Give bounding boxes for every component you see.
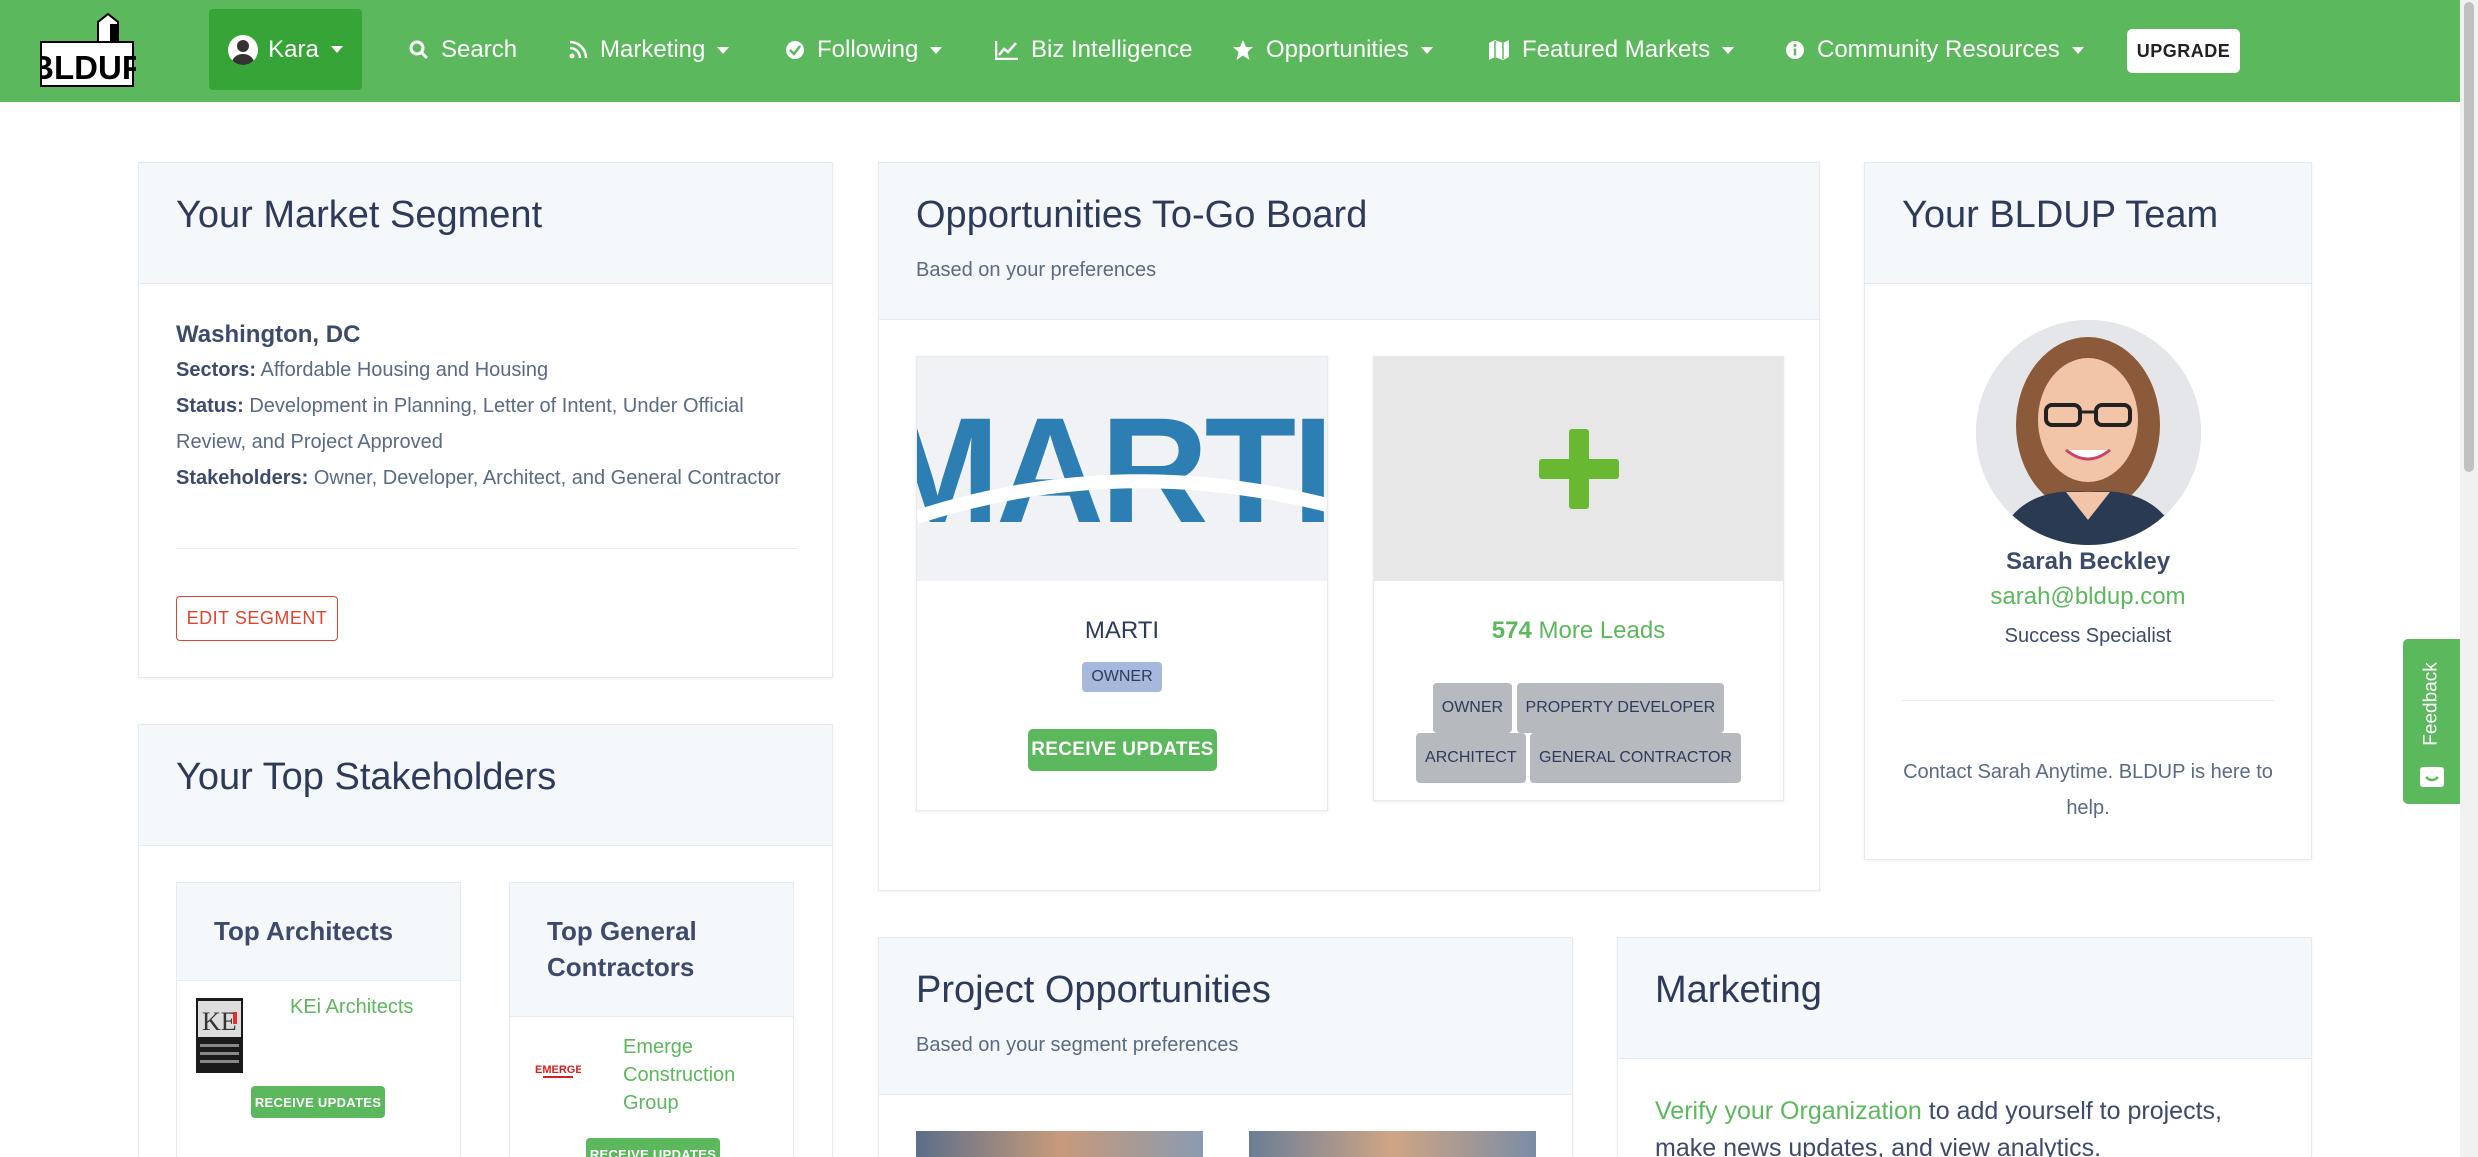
svg-text:KE: KE bbox=[202, 1007, 237, 1036]
smile-chat-icon bbox=[2420, 767, 2444, 787]
plus-tile bbox=[1374, 357, 1783, 581]
market-segment-card: Your Market Segment Washington, DC Secto… bbox=[138, 162, 833, 678]
plus-icon bbox=[1539, 429, 1619, 509]
kei-architects-link[interactable]: KEi Architects bbox=[290, 996, 413, 1019]
search-icon bbox=[409, 40, 429, 60]
status-value-cont: Review, and Project Approved bbox=[176, 431, 443, 453]
lead-card-marti[interactable]: MARTI MARTI OWNER RECEIVE UPDATES bbox=[916, 356, 1328, 811]
team-member-email[interactable]: sarah@bldup.com bbox=[1865, 583, 2311, 611]
emerge-logo: EMERGE bbox=[535, 1061, 583, 1081]
svg-text:MARTI: MARTI bbox=[917, 386, 1327, 554]
nav-biz-intelligence[interactable]: Biz Intelligence bbox=[995, 0, 1192, 100]
team-member-name: Sarah Beckley bbox=[2005, 548, 2171, 575]
status-value: Development in Planning, Letter of Inten… bbox=[249, 395, 744, 417]
star-icon bbox=[1233, 40, 1253, 60]
marketing-card: Marketing Verify your Organization to ad… bbox=[1617, 937, 2312, 1157]
contractor-receive-updates-button[interactable]: RECEIVE UPDATES bbox=[586, 1138, 720, 1157]
marketing-title: Marketing bbox=[1655, 969, 1822, 1011]
project-opportunities-title: Project Opportunities bbox=[916, 969, 1271, 1011]
market-segment-title: Your Market Segment bbox=[176, 194, 543, 236]
togo-subtitle: Based on your preferences bbox=[916, 259, 1157, 281]
lead-name: MARTI bbox=[1084, 617, 1160, 644]
chevron-down-icon bbox=[2071, 46, 2084, 54]
svg-text:BLDUP: BLDUP bbox=[40, 49, 136, 86]
project-image[interactable] bbox=[916, 1131, 1203, 1157]
top-stakeholders-title: Your Top Stakeholders bbox=[176, 756, 557, 798]
more-leads-count: 574 bbox=[1491, 617, 1532, 644]
marketing-text: Verify your Organization to add yourself… bbox=[1655, 1097, 2222, 1157]
team-member-role: Success Specialist bbox=[2004, 625, 2172, 647]
architect-receive-updates-button[interactable]: RECEIVE UPDATES bbox=[251, 1086, 385, 1118]
more-leads-label: 574 More Leads bbox=[1491, 617, 1666, 644]
owner-badge: OWNER bbox=[1432, 683, 1513, 733]
top-navbar: BLDUP Kara Search Marketing Following Bi… bbox=[0, 0, 2460, 102]
chevron-down-icon bbox=[1420, 46, 1433, 54]
divider bbox=[1902, 700, 2274, 701]
top-stakeholders-card: Your Top Stakeholders Top Architects KE … bbox=[138, 724, 833, 1157]
nav-opportunities[interactable]: Opportunities bbox=[1232, 0, 1433, 100]
feedback-label: Feedback bbox=[2421, 661, 2443, 746]
line-chart-icon bbox=[995, 41, 1018, 60]
bldup-team-card: Your BLDUP Team Sarah Beckley sarah@bldu… bbox=[1864, 162, 2312, 860]
page-scrollbar[interactable] bbox=[2460, 0, 2478, 1157]
chevron-down-icon bbox=[930, 46, 943, 54]
team-title: Your BLDUP Team bbox=[1902, 194, 2219, 236]
user-name: Kara bbox=[268, 35, 319, 63]
kei-logo: KE bbox=[196, 998, 243, 1073]
user-menu-button[interactable]: Kara bbox=[209, 9, 362, 90]
general-contractor-badge: GENERAL CONTRACTOR bbox=[1530, 733, 1741, 783]
edit-segment-button[interactable]: EDIT SEGMENT bbox=[176, 596, 338, 641]
svg-text:EMERGE: EMERGE bbox=[535, 1064, 581, 1076]
more-leads-card[interactable]: 574 More Leads OWNER PROPERTY DEVELOPER … bbox=[1373, 356, 1784, 801]
project-opportunities-subtitle: Based on your segment preferences bbox=[916, 1034, 1239, 1056]
sectors-value: Affordable Housing and Housing bbox=[260, 359, 549, 381]
scrollbar-thumb[interactable] bbox=[2464, 2, 2474, 472]
team-contact-note: Contact Sarah Anytime. BLDUP is here to … bbox=[1903, 761, 2273, 819]
togo-title: Opportunities To-Go Board bbox=[916, 194, 1368, 236]
top-architects-title: Top Architects bbox=[214, 916, 394, 946]
nav-marketing[interactable]: Marketing bbox=[568, 0, 730, 100]
marti-receive-updates-button[interactable]: RECEIVE UPDATES bbox=[1028, 729, 1217, 771]
stakeholders-label: Stakeholders: bbox=[176, 467, 309, 489]
nav-community-resources[interactable]: Community Resources bbox=[1785, 0, 2084, 100]
nav-search[interactable]: Search bbox=[409, 0, 517, 100]
top-contractors-title: Top General bbox=[547, 916, 697, 946]
map-icon bbox=[1489, 40, 1509, 60]
user-avatar-icon bbox=[228, 34, 259, 65]
chevron-down-icon bbox=[717, 46, 730, 54]
verify-organization-link[interactable]: Verify your Organization bbox=[1655, 1097, 1922, 1125]
owner-badge: OWNER bbox=[1082, 662, 1162, 692]
rss-icon bbox=[569, 40, 588, 59]
nav-following[interactable]: Following bbox=[785, 0, 943, 100]
sarah-avatar bbox=[1976, 320, 2201, 545]
check-circle-icon bbox=[786, 41, 804, 59]
project-image[interactable] bbox=[1249, 1131, 1536, 1157]
stakeholders-value: Owner, Developer, Architect, and General… bbox=[313, 467, 781, 489]
property-developer-badge: PROPERTY DEVELOPER bbox=[1516, 683, 1725, 733]
divider bbox=[176, 548, 797, 549]
chevron-down-icon bbox=[330, 46, 343, 53]
emerge-construction-link[interactable]: Emerge Construction Group bbox=[623, 1033, 735, 1117]
top-contractors-card: Top General Contractors EMERGE Emerge Co… bbox=[509, 882, 794, 1157]
architect-badge: ARCHITECT bbox=[1416, 733, 1526, 783]
feedback-tab[interactable]: Feedback bbox=[2403, 639, 2460, 804]
sectors-label: Sectors: bbox=[176, 359, 257, 381]
marti-logo-image: MARTI bbox=[917, 357, 1327, 581]
nav-featured-markets[interactable]: Featured Markets bbox=[1488, 0, 1735, 100]
status-label: Status: bbox=[176, 395, 244, 417]
info-icon bbox=[1786, 41, 1804, 59]
segment-city: Washington, DC bbox=[176, 321, 361, 348]
upgrade-button[interactable]: UPGRADE bbox=[2127, 29, 2240, 73]
chevron-down-icon bbox=[1722, 46, 1735, 54]
top-architects-card: Top Architects KE KEi Architects RECEIVE… bbox=[176, 882, 461, 1157]
opportunities-togo-card: Opportunities To-Go Board Based on your … bbox=[878, 162, 1820, 891]
bldup-logo[interactable]: BLDUP bbox=[30, 12, 144, 88]
project-opportunities-card: Project Opportunities Based on your segm… bbox=[878, 937, 1573, 1157]
